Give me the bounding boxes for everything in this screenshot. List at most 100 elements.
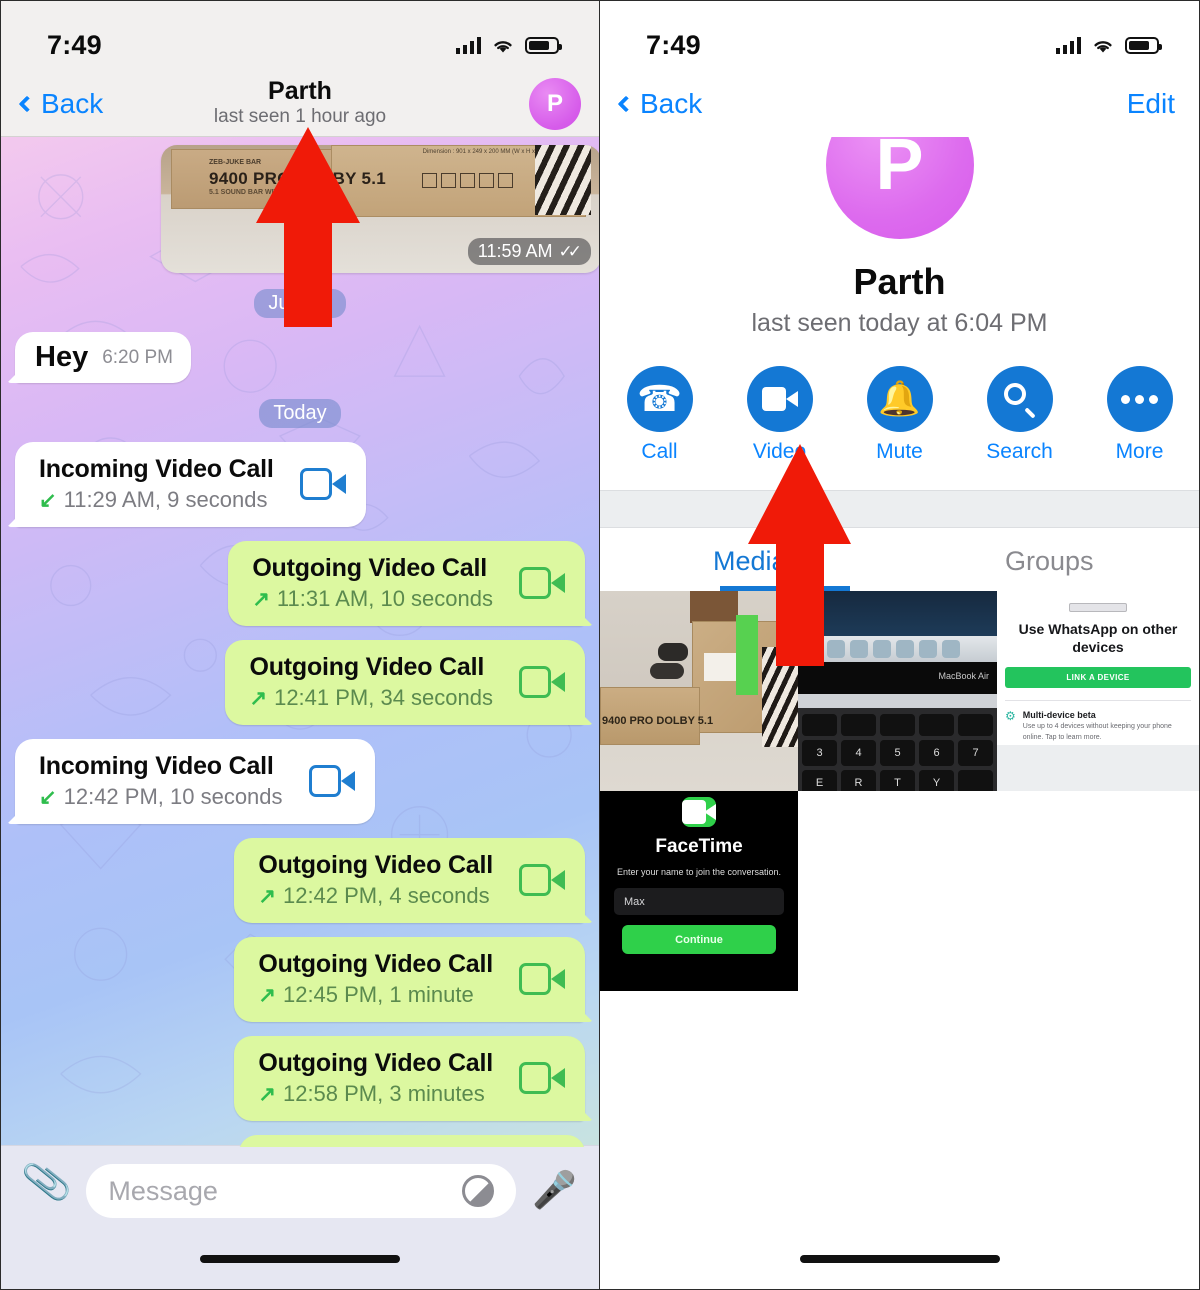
date-chip-label: July 30 bbox=[254, 289, 346, 318]
profile-last-seen: last seen today at 6:04 PM bbox=[751, 309, 1048, 337]
message-input-placeholder: Message bbox=[108, 1175, 218, 1206]
call-meta-text: 11:29 AM, 9 seconds bbox=[63, 487, 268, 512]
cellular-bars-icon bbox=[1055, 36, 1081, 54]
photo-timestamp: 11:59 AM ✓✓ bbox=[467, 238, 591, 265]
call-log-bubble[interactable]: Incoming Video Call ↙ 11:29 AM, 9 second… bbox=[15, 442, 366, 527]
search-icon bbox=[986, 366, 1053, 432]
call-row: Outgoing Call ↗ 2:31 PM, 27 seconds ☎ bbox=[15, 1135, 585, 1147]
video-camera-icon bbox=[519, 1062, 565, 1094]
call-log-bubble[interactable]: Incoming Video Call ↙ 12:42 PM, 10 secon… bbox=[15, 739, 375, 824]
call-log-bubble[interactable]: Outgoing Video Call ↗ 12:42 PM, 4 second… bbox=[234, 838, 585, 923]
beaker-icon: ⚙ bbox=[1005, 709, 1016, 723]
call-meta: ↗ 12:41 PM, 34 seconds bbox=[249, 685, 493, 711]
media-thumbnail-soundbar[interactable]: 9400 PRO DOLBY 5.1 bbox=[600, 591, 798, 791]
action-video-button[interactable]: Video bbox=[741, 366, 819, 464]
action-mute-button[interactable]: 🔔 Mute bbox=[861, 366, 939, 464]
wifi-icon bbox=[1094, 40, 1112, 52]
photo-zebra-stripes bbox=[535, 145, 591, 215]
call-log-bubble[interactable]: Outgoing Video Call ↗ 12:45 PM, 1 minute bbox=[234, 937, 585, 1022]
call-title: Outgoing Video Call bbox=[252, 554, 487, 582]
call-row: Outgoing Video Call ↗ 11:31 AM, 10 secon… bbox=[15, 541, 585, 626]
action-search-button[interactable]: Search bbox=[981, 366, 1059, 464]
media-thumbnail-facetime[interactable]: FaceTime Enter your name to join the con… bbox=[600, 791, 798, 991]
date-chip-label-today: Today bbox=[259, 399, 341, 428]
video-camera-icon bbox=[308, 765, 355, 797]
thumb-shoe-2 bbox=[650, 663, 684, 679]
home-indicator bbox=[200, 1255, 400, 1263]
thumb-laptop-hinge bbox=[798, 694, 997, 708]
thumb-beta-row: ⚙ Multi-device beta Use up to 4 devices … bbox=[1005, 710, 1191, 743]
call-row: Outgoing Video Call ↗ 12:42 PM, 4 second… bbox=[15, 838, 585, 923]
call-log-bubble[interactable]: Outgoing Video Call ↗ 12:41 PM, 34 secon… bbox=[225, 640, 585, 725]
thumb-shipping-label bbox=[704, 653, 738, 681]
text-message-content: Hey 6:20 PM bbox=[35, 341, 173, 374]
call-meta-text: 12:58 PM, 3 minutes bbox=[282, 1081, 485, 1106]
microphone-icon[interactable]: 🎤 bbox=[532, 1164, 577, 1208]
battery-icon bbox=[525, 36, 562, 54]
action-search-label: Search bbox=[986, 440, 1053, 463]
message-input-bar: 📎 Message 🎤 bbox=[1, 1145, 599, 1289]
edit-button[interactable]: Edit bbox=[1127, 88, 1175, 120]
chat-message-list[interactable]: ZEB-JUKE BAR 9400 PRO DOLBY 5.1 5.1 SOUN… bbox=[1, 137, 599, 1147]
video-camera-icon bbox=[519, 864, 565, 896]
back-button[interactable]: Back bbox=[614, 88, 702, 120]
call-info: Outgoing Video Call ↗ 11:31 AM, 10 secon… bbox=[252, 554, 493, 612]
action-mute-label: Mute bbox=[876, 440, 923, 463]
call-meta-text: 12:45 PM, 1 minute bbox=[282, 982, 474, 1007]
call-title: Incoming Video Call bbox=[39, 455, 274, 483]
section-separator bbox=[600, 490, 1199, 528]
thumb-facetime-title: FaceTime bbox=[655, 836, 743, 857]
call-meta-text: 11:31 AM, 10 seconds bbox=[276, 586, 493, 611]
text-message-body: Hey bbox=[35, 341, 89, 373]
thumb-mac-dock bbox=[798, 636, 997, 662]
back-button[interactable]: Back bbox=[15, 88, 103, 120]
text-message-bubble[interactable]: Hey 6:20 PM bbox=[15, 332, 191, 383]
tab-media[interactable]: Media bbox=[600, 528, 900, 591]
call-meta: ↗ 12:45 PM, 1 minute bbox=[258, 982, 493, 1008]
video-camera-icon bbox=[299, 468, 346, 500]
call-title: Outgoing Video Call bbox=[249, 653, 485, 681]
battery-icon bbox=[1125, 36, 1162, 54]
right-phone-screen: 7:49 Back Edit P Parth last seen today a bbox=[600, 0, 1200, 1290]
thumb-door bbox=[690, 591, 738, 623]
status-bar-indicators bbox=[455, 36, 562, 54]
call-row: Outgoing Video Call ↗ 12:41 PM, 34 secon… bbox=[15, 640, 585, 725]
call-direction-arrow-icon: ↗ bbox=[258, 1082, 276, 1106]
thumb-keyboard: 34567 ERTY bbox=[798, 708, 997, 791]
thumb-beta-title: Multi-device beta bbox=[1022, 710, 1096, 720]
action-call-button[interactable]: ☎ Call bbox=[621, 366, 699, 464]
left-status-bar: 7:49 bbox=[1, 1, 599, 71]
action-more-button[interactable]: More bbox=[1101, 366, 1179, 464]
header-avatar[interactable]: P bbox=[529, 77, 581, 130]
sticker-icon[interactable] bbox=[462, 1175, 495, 1207]
thumb-desktop-wallpaper bbox=[798, 591, 997, 636]
thumb-box-caption: 9400 PRO DOLBY 5.1 bbox=[602, 715, 714, 727]
message-input-field[interactable]: Message bbox=[86, 1164, 517, 1218]
call-row: Outgoing Video Call ↗ 12:58 PM, 3 minute… bbox=[15, 1036, 585, 1121]
text-message-time: 6:20 PM bbox=[102, 346, 173, 368]
action-call-label: Call bbox=[641, 440, 678, 463]
photo-message-bubble[interactable]: ZEB-JUKE BAR 9400 PRO DOLBY 5.1 5.1 SOUN… bbox=[161, 145, 599, 273]
dual-screenshot-container: 7:49 Back Parth last seen 1 hour ago P Z… bbox=[0, 0, 1200, 1290]
paperclip-icon[interactable]: 📎 bbox=[20, 1158, 74, 1208]
thumb-footer bbox=[997, 745, 1199, 791]
video-camera-icon bbox=[519, 963, 565, 995]
chat-scroll-area: ZEB-JUKE BAR 9400 PRO DOLBY 5.1 5.1 SOUN… bbox=[1, 145, 599, 1147]
call-direction-arrow-icon: ↗ bbox=[258, 983, 276, 1007]
facetime-app-icon bbox=[682, 797, 716, 827]
call-title: Incoming Video Call bbox=[39, 752, 274, 780]
media-thumbnail-link-device[interactable]: Use WhatsApp on other devices LINK A DEV… bbox=[997, 591, 1199, 791]
left-phone-screen: 7:49 Back Parth last seen 1 hour ago P Z… bbox=[0, 0, 600, 1290]
call-log-bubble[interactable]: Outgoing Video Call ↗ 11:31 AM, 10 secon… bbox=[228, 541, 585, 626]
profile-tab-bar: Media Groups bbox=[600, 528, 1199, 591]
media-thumbnail-macbook[interactable]: MacBook Air 34567 ERTY bbox=[798, 591, 997, 791]
call-title: Outgoing Video Call bbox=[258, 851, 493, 879]
tab-groups[interactable]: Groups bbox=[900, 528, 1200, 591]
wifi-icon bbox=[494, 40, 512, 52]
thumb-device-graphic bbox=[1069, 603, 1127, 612]
call-info: Outgoing Video Call ↗ 12:45 PM, 1 minute bbox=[258, 950, 493, 1008]
call-log-bubble[interactable]: Outgoing Video Call ↗ 12:58 PM, 3 minute… bbox=[234, 1036, 585, 1121]
call-log-bubble[interactable]: Outgoing Call ↗ 2:31 PM, 27 seconds ☎ bbox=[238, 1135, 585, 1147]
photo-box-subtitle: 5.1 SOUND BAR WITH SUBWOOFER bbox=[209, 189, 332, 196]
status-bar-indicators bbox=[1055, 36, 1162, 54]
